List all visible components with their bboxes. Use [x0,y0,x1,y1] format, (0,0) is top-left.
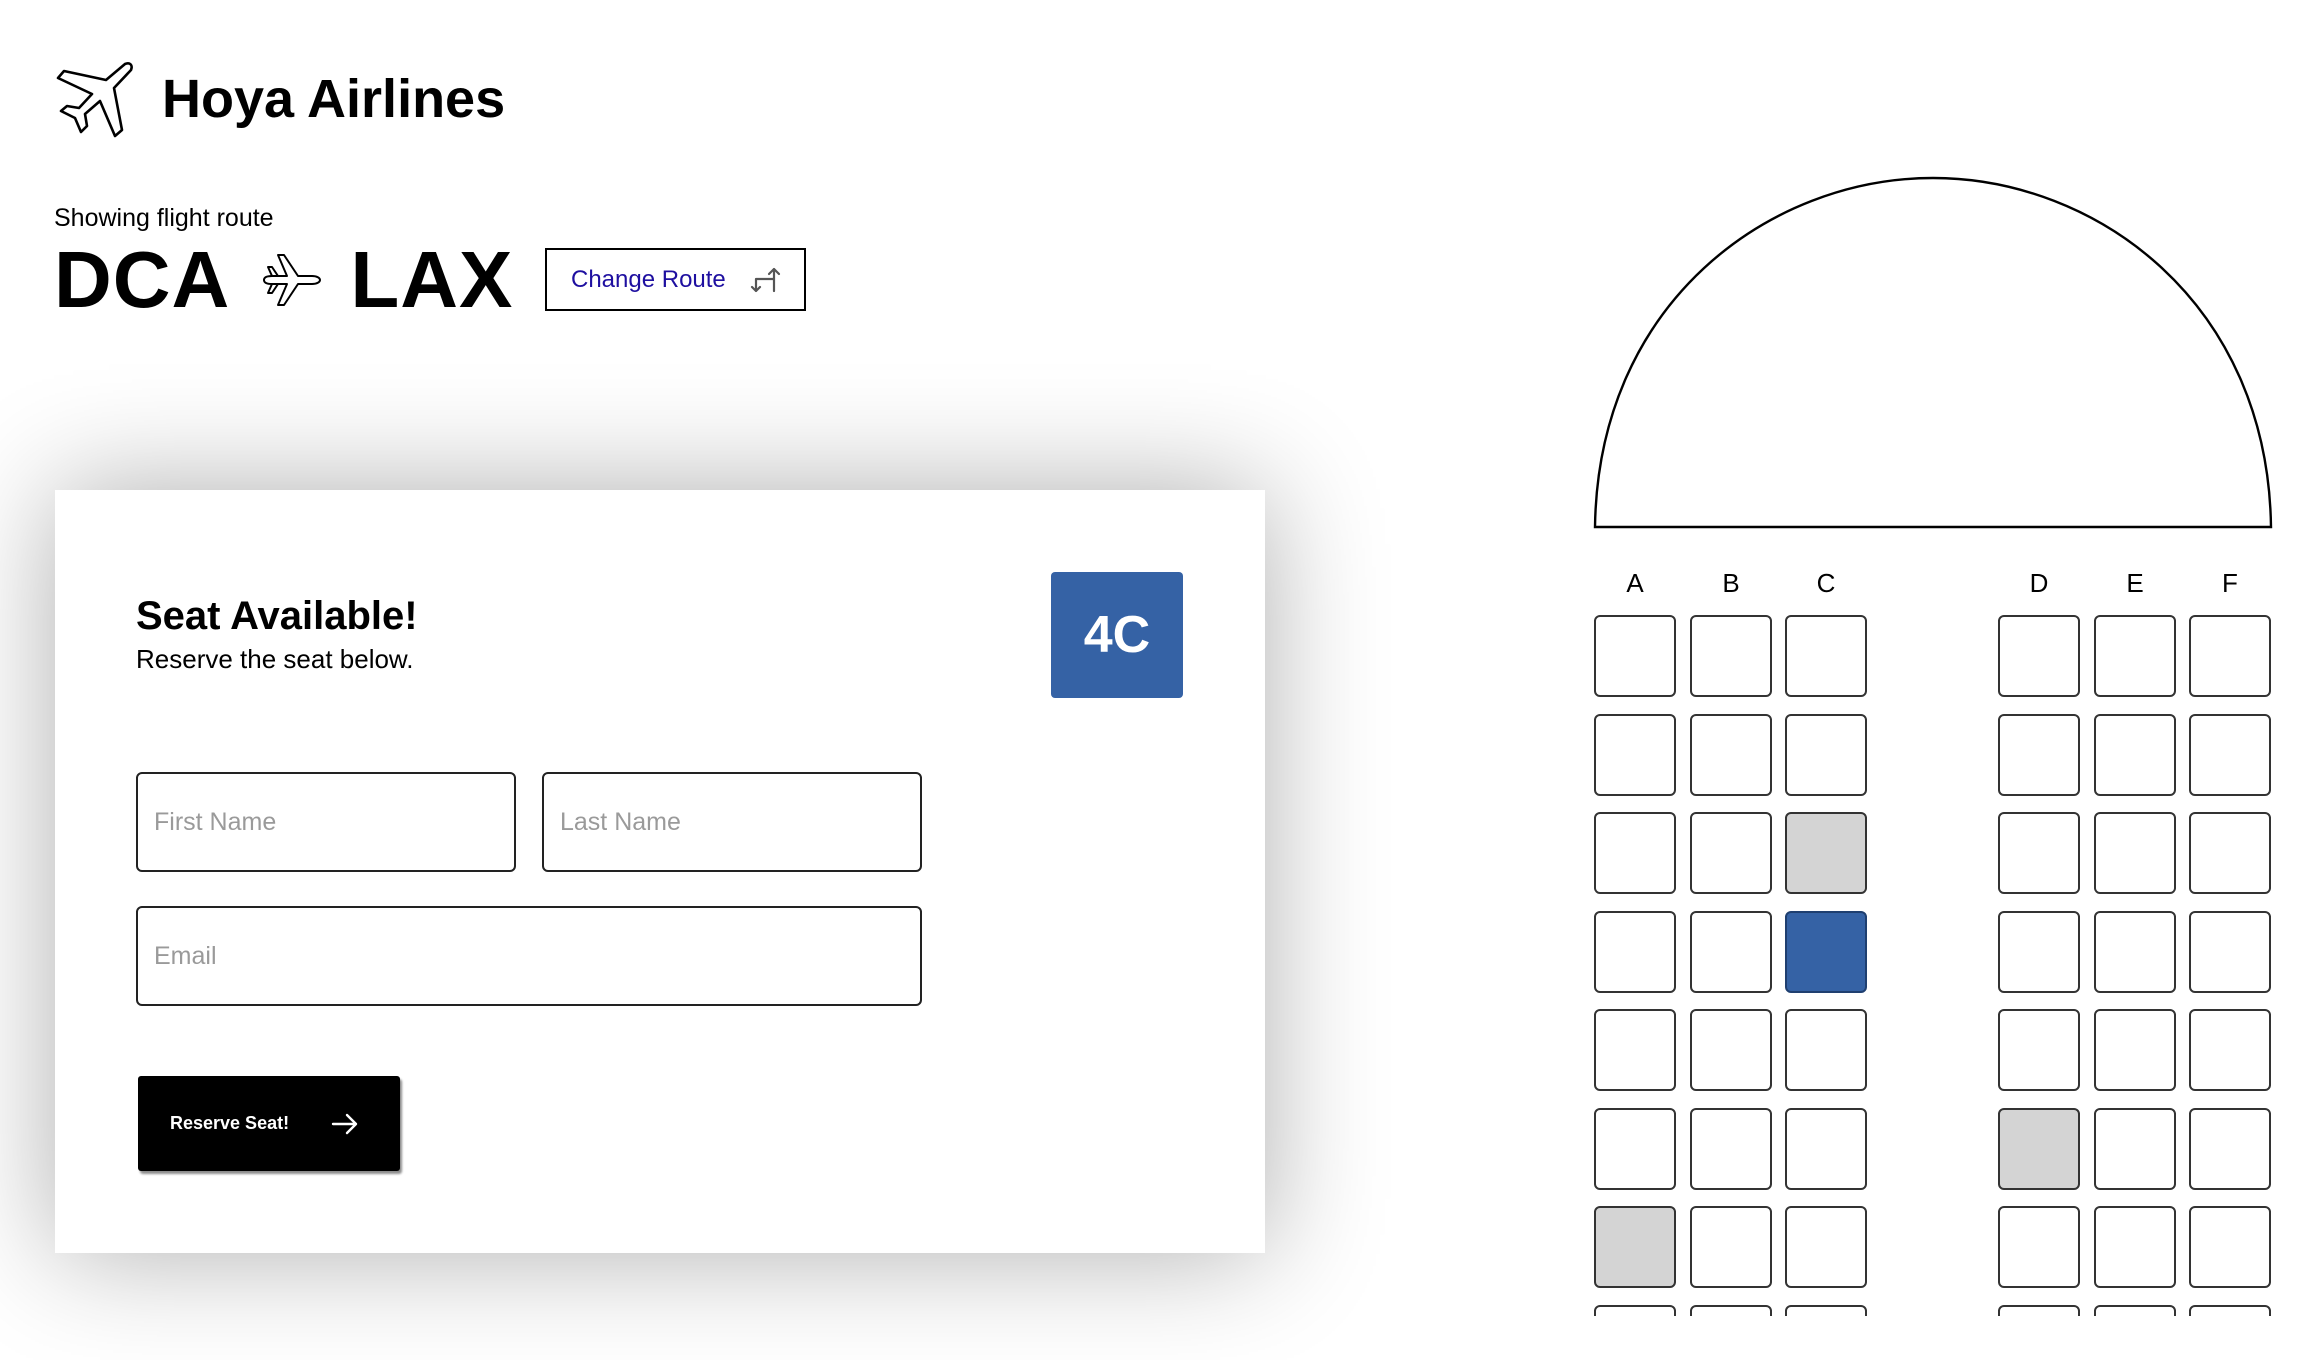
airplane-logo-icon [54,58,136,140]
change-route-label: Change Route [571,265,726,293]
seat-5a[interactable] [1594,1009,1676,1091]
seat-1a[interactable] [1594,615,1676,697]
seat-8f[interactable] [2189,1305,2271,1316]
airplane-right-icon [260,249,322,311]
reserve-seat-button[interactable]: Reserve Seat! [138,1076,400,1171]
email-input[interactable] [136,906,922,1006]
seat-6a[interactable] [1594,1108,1676,1190]
reservation-card: Seat Available! Reserve the seat below. … [55,490,1265,1253]
last-name-input[interactable] [542,772,922,872]
seat-2f[interactable] [2189,714,2271,796]
reservation-subtitle: Reserve the seat below. [136,644,414,674]
seat-6e[interactable] [2094,1108,2176,1190]
route-display: DCA LAX [54,236,513,324]
seat-4b[interactable] [1690,911,1772,993]
seat-5e[interactable] [2094,1009,2176,1091]
seat-5f[interactable] [2189,1009,2271,1091]
brand-name: Hoya Airlines [162,69,506,129]
seat-column-label-b: B [1722,568,1740,598]
seat-4a[interactable] [1594,911,1676,993]
seat-3c[interactable] [1785,812,1867,894]
seat-3d[interactable] [1998,812,2080,894]
seat-4c[interactable] [1785,911,1867,993]
seat-5d[interactable] [1998,1009,2080,1091]
seat-8c[interactable] [1785,1305,1867,1316]
seat-8e[interactable] [2094,1305,2176,1316]
seat-column-label-e: E [2126,568,2144,598]
seat-2e[interactable] [2094,714,2176,796]
seat-7d[interactable] [1998,1206,2080,1288]
change-route-button[interactable]: Change Route [545,248,806,311]
seat-1f[interactable] [2189,615,2271,697]
seat-3a[interactable] [1594,812,1676,894]
seat-5c[interactable] [1785,1009,1867,1091]
arrow-right-icon [329,1108,361,1140]
seat-7f[interactable] [2189,1206,2271,1288]
seat-5b[interactable] [1690,1009,1772,1091]
seat-8a[interactable] [1594,1305,1676,1316]
reservation-title: Seat Available! [136,594,418,638]
swap-arrows-icon [746,261,784,299]
seat-7e[interactable] [2094,1206,2176,1288]
seat-4d[interactable] [1998,911,2080,993]
selected-seat-badge: 4C [1051,572,1183,698]
seat-1c[interactable] [1785,615,1867,697]
destination-code: LAX [350,235,514,324]
seat-1d[interactable] [1998,615,2080,697]
origin-code: DCA [54,235,231,324]
brand: Hoya Airlines [54,58,505,140]
seat-2b[interactable] [1690,714,1772,796]
booking-page: Hoya Airlines Showing flight route DCA L… [0,0,2320,1360]
seat-6b[interactable] [1690,1108,1772,1190]
seat-7a[interactable] [1594,1206,1676,1288]
route-caption: Showing flight route [54,204,274,232]
seat-6f[interactable] [2189,1108,2271,1190]
seat-column-label-f: F [2222,568,2238,598]
plane-nose [1590,172,2276,534]
seat-4f[interactable] [2189,911,2271,993]
seat-7b[interactable] [1690,1206,1772,1288]
seat-2d[interactable] [1998,714,2080,796]
seat-3f[interactable] [2189,812,2271,894]
seat-6d[interactable] [1998,1108,2080,1190]
seat-1b[interactable] [1690,615,1772,697]
seat-column-label-d: D [2029,568,2049,598]
seat-4e[interactable] [2094,911,2176,993]
seat-2c[interactable] [1785,714,1867,796]
seat-8b[interactable] [1690,1305,1772,1316]
seat-column-label-c: C [1816,568,1836,598]
reserve-seat-label: Reserve Seat! [170,1113,290,1133]
seat-1e[interactable] [2094,615,2176,697]
seat-3e[interactable] [2094,812,2176,894]
seat-7c[interactable] [1785,1206,1867,1288]
seat-6c[interactable] [1785,1108,1867,1190]
seat-2a[interactable] [1594,714,1676,796]
seat-grid [1580,600,2300,1316]
first-name-input[interactable] [136,772,516,872]
seat-3b[interactable] [1690,812,1772,894]
seat-8d[interactable] [1998,1305,2080,1316]
seat-column-label-a: A [1626,568,1644,598]
